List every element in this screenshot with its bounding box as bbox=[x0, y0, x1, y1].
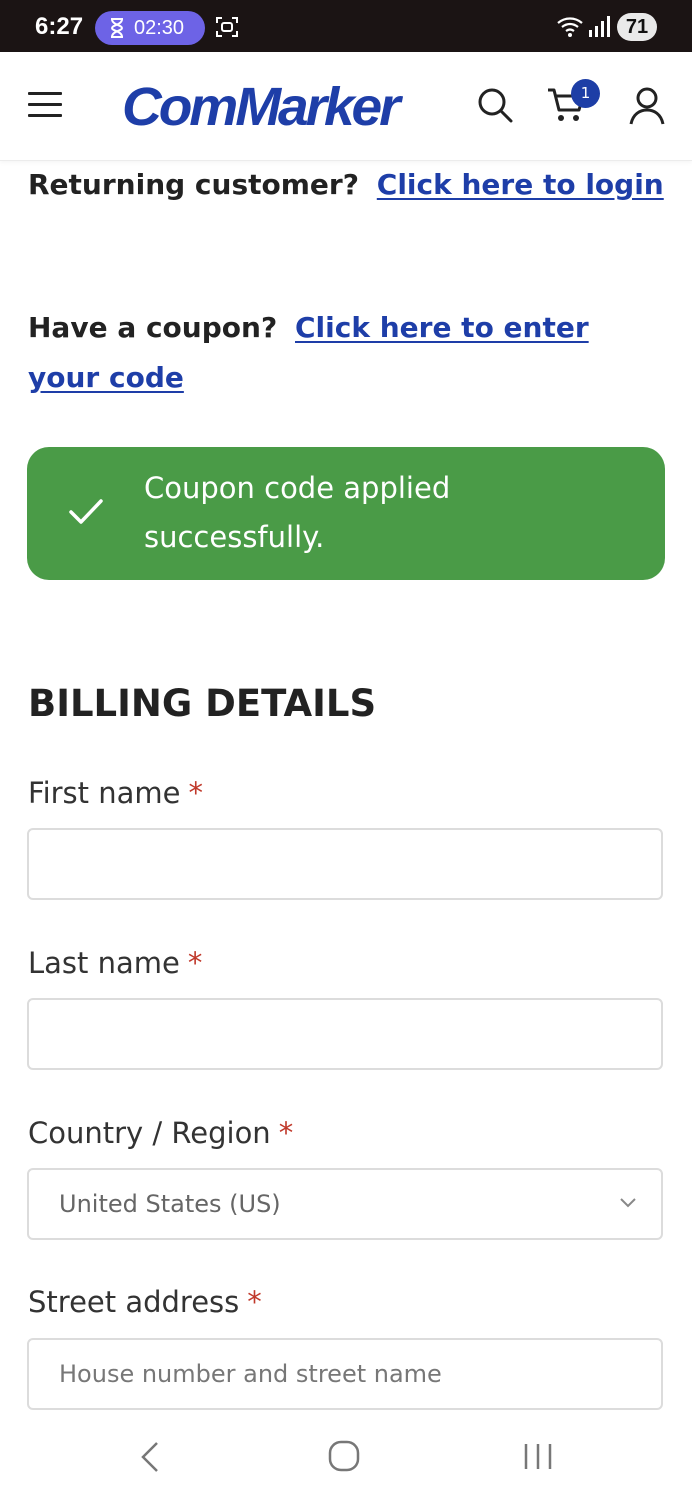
country-label: Country / Region * bbox=[28, 1116, 293, 1150]
login-link[interactable]: Click here to login bbox=[377, 168, 664, 201]
back-icon[interactable] bbox=[137, 1440, 163, 1474]
street-label-text: Street address bbox=[28, 1285, 240, 1319]
home-icon[interactable] bbox=[328, 1440, 360, 1472]
coupon-notice: Have a coupon? Click here to enter your … bbox=[28, 303, 668, 403]
last-name-input[interactable] bbox=[29, 1000, 661, 1068]
country-select[interactable]: United States (US) bbox=[27, 1168, 663, 1240]
last-name-label-text: Last name bbox=[28, 946, 180, 980]
menu-icon[interactable] bbox=[28, 92, 62, 118]
cart-count-badge: 1 bbox=[571, 79, 600, 108]
timer-text: 02:30 bbox=[134, 16, 185, 39]
check-icon bbox=[69, 499, 103, 524]
required-mark: * bbox=[188, 776, 204, 810]
first-name-label-text: First name bbox=[28, 776, 181, 810]
signal-icon bbox=[589, 16, 610, 37]
recents-icon[interactable] bbox=[523, 1440, 553, 1472]
returning-customer-text: Returning customer? bbox=[28, 168, 359, 201]
timer-pill[interactable]: 02:30 bbox=[95, 11, 205, 45]
street-label: Street address * bbox=[28, 1285, 262, 1319]
battery-indicator: 71 bbox=[617, 13, 657, 41]
last-name-label: Last name * bbox=[28, 946, 202, 980]
required-mark: * bbox=[247, 1285, 262, 1319]
required-mark: * bbox=[278, 1116, 294, 1150]
required-mark: * bbox=[187, 946, 203, 980]
site-logo[interactable]: ComMarker bbox=[122, 76, 401, 138]
success-message: Coupon code applied successfully. bbox=[144, 471, 451, 554]
billing-details-heading: BILLING DETAILS bbox=[28, 682, 377, 725]
chevron-down-icon bbox=[620, 1198, 636, 1208]
wifi-icon bbox=[557, 17, 583, 37]
first-name-input[interactable] bbox=[29, 830, 661, 898]
country-select-value: United States (US) bbox=[59, 1190, 281, 1218]
returning-customer-notice: Returning customer? Click here to login bbox=[28, 160, 668, 210]
screen-capture-icon bbox=[216, 17, 238, 37]
coupon-success-notice: Coupon code applied successfully. bbox=[27, 447, 665, 580]
country-label-text: Country / Region bbox=[28, 1116, 271, 1150]
last-name-field[interactable] bbox=[27, 998, 663, 1070]
system-nav-bar bbox=[0, 1420, 692, 1500]
status-time: 6:27 bbox=[35, 13, 84, 40]
first-name-label: First name * bbox=[28, 776, 203, 810]
account-icon[interactable] bbox=[627, 86, 667, 126]
coupon-text: Have a coupon? bbox=[28, 311, 278, 344]
street-address-field[interactable] bbox=[27, 1338, 663, 1410]
hourglass-icon bbox=[110, 18, 124, 38]
site-header: ComMarker 1 bbox=[0, 52, 692, 161]
street-address-input[interactable] bbox=[29, 1340, 661, 1408]
first-name-field[interactable] bbox=[27, 828, 663, 900]
status-bar: 6:27 02:30 71 bbox=[0, 0, 692, 52]
search-icon[interactable] bbox=[476, 86, 514, 124]
